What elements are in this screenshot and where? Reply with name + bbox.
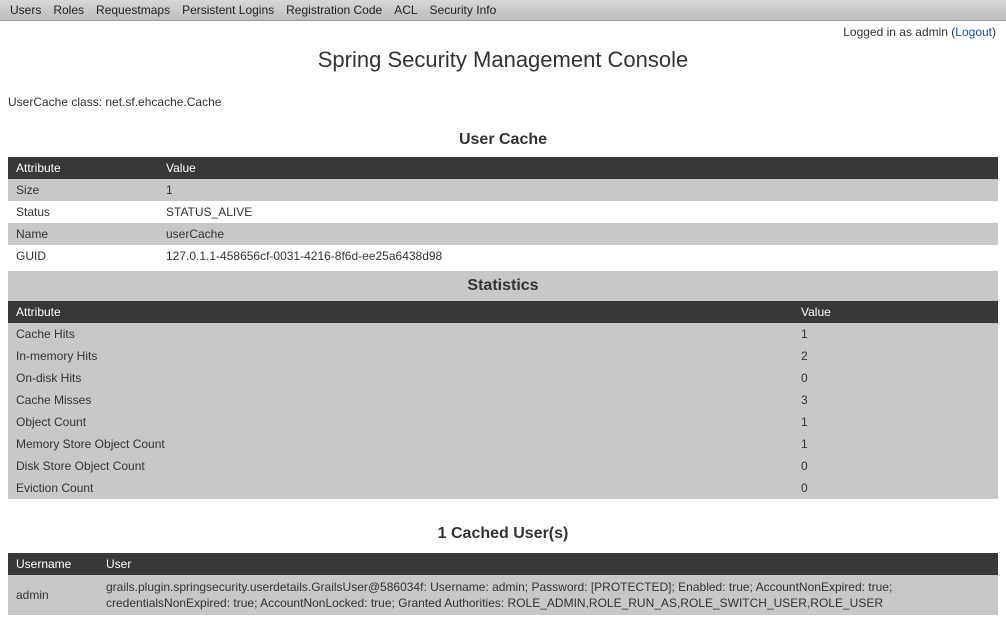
cached-users-table: Username User admin grails.plugin.spring… (8, 553, 998, 615)
table-row: On-disk Hits0 (8, 367, 998, 389)
cell-attr: Cache Hits (8, 323, 793, 345)
table-row: Object Count1 (8, 411, 998, 433)
statistics-table: Attribute Value Cache Hits1 In-memory Hi… (8, 301, 998, 499)
cell-attr: In-memory Hits (8, 345, 793, 367)
cell-attr: Memory Store Object Count (8, 433, 793, 455)
cell-value: 1 (793, 433, 998, 455)
statistics-title: Statistics (8, 271, 998, 301)
table-row: Status STATUS_ALIVE (8, 201, 998, 223)
menu-item-security-info[interactable]: Security Info (426, 2, 501, 18)
auth-prefix: Logged in as admin ( (843, 25, 955, 39)
menu-item-roles[interactable]: Roles (49, 2, 88, 18)
cell-attr: Object Count (8, 411, 793, 433)
cell-value: 3 (793, 389, 998, 411)
cell-attr: Disk Store Object Count (8, 455, 793, 477)
user-cache-table: Attribute Value Size 1 Status STATUS_ALI… (8, 157, 998, 267)
cache-class-line: UserCache class: net.sf.ehcache.Cache (8, 87, 998, 123)
table-row: In-memory Hits2 (8, 345, 998, 367)
table-row: Eviction Count0 (8, 477, 998, 499)
cell-user: grails.plugin.springsecurity.userdetails… (98, 575, 998, 615)
cell-value: 0 (793, 455, 998, 477)
menu-item-registration-code[interactable]: Registration Code (282, 2, 386, 18)
menu-item-acl[interactable]: ACL (390, 2, 421, 18)
logout-link[interactable]: Logout (955, 25, 992, 39)
cell-attr: GUID (8, 245, 158, 267)
cell-value: 0 (793, 367, 998, 389)
cell-attr: Status (8, 201, 158, 223)
cell-attr: Name (8, 223, 158, 245)
cell-attr: Eviction Count (8, 477, 793, 499)
table-row: admin grails.plugin.springsecurity.userd… (8, 575, 998, 615)
statistics-header-attr: Attribute (8, 301, 793, 323)
cell-value: 2 (793, 345, 998, 367)
cell-attr: Cache Misses (8, 389, 793, 411)
table-row: Disk Store Object Count0 (8, 455, 998, 477)
cell-value: STATUS_ALIVE (158, 201, 998, 223)
menu-item-requestmaps[interactable]: Requestmaps (92, 2, 174, 18)
cell-value: 127.0.1.1-458656cf-0031-4216-8f6d-ee25a6… (158, 245, 998, 267)
cell-value: 1 (793, 411, 998, 433)
cell-value: 1 (793, 323, 998, 345)
cached-users-title: 1 Cached User(s) (8, 511, 998, 553)
user-cache-header-attr: Attribute (8, 157, 158, 179)
cached-users-header-username: Username (8, 553, 98, 575)
table-row: Name userCache (8, 223, 998, 245)
cached-users-header-user: User (98, 553, 998, 575)
auth-status: Logged in as admin (Logout) (843, 21, 1006, 39)
table-row: Memory Store Object Count1 (8, 433, 998, 455)
statistics-section: Statistics Attribute Value Cache Hits1 I… (8, 271, 998, 499)
cell-value: 1 (158, 179, 998, 201)
cell-attr: On-disk Hits (8, 367, 793, 389)
cell-username: admin (8, 575, 98, 615)
content: UserCache class: net.sf.ehcache.Cache Us… (0, 77, 1006, 625)
user-cache-header-value: Value (158, 157, 998, 179)
user-cache-title: User Cache (8, 123, 998, 157)
page-title: Spring Security Management Console (0, 39, 1006, 77)
statistics-header-value: Value (793, 301, 998, 323)
menubar: Users Roles Requestmaps Persistent Login… (0, 0, 1006, 21)
cell-value: 0 (793, 477, 998, 499)
table-row: GUID 127.0.1.1-458656cf-0031-4216-8f6d-e… (8, 245, 998, 267)
table-row: Cache Hits1 (8, 323, 998, 345)
menu-item-users[interactable]: Users (6, 2, 45, 18)
table-row: Cache Misses3 (8, 389, 998, 411)
menu-item-persistent-logins[interactable]: Persistent Logins (178, 2, 278, 18)
table-row: Size 1 (8, 179, 998, 201)
cell-attr: Size (8, 179, 158, 201)
cell-value: userCache (158, 223, 998, 245)
auth-suffix: ) (992, 25, 996, 39)
